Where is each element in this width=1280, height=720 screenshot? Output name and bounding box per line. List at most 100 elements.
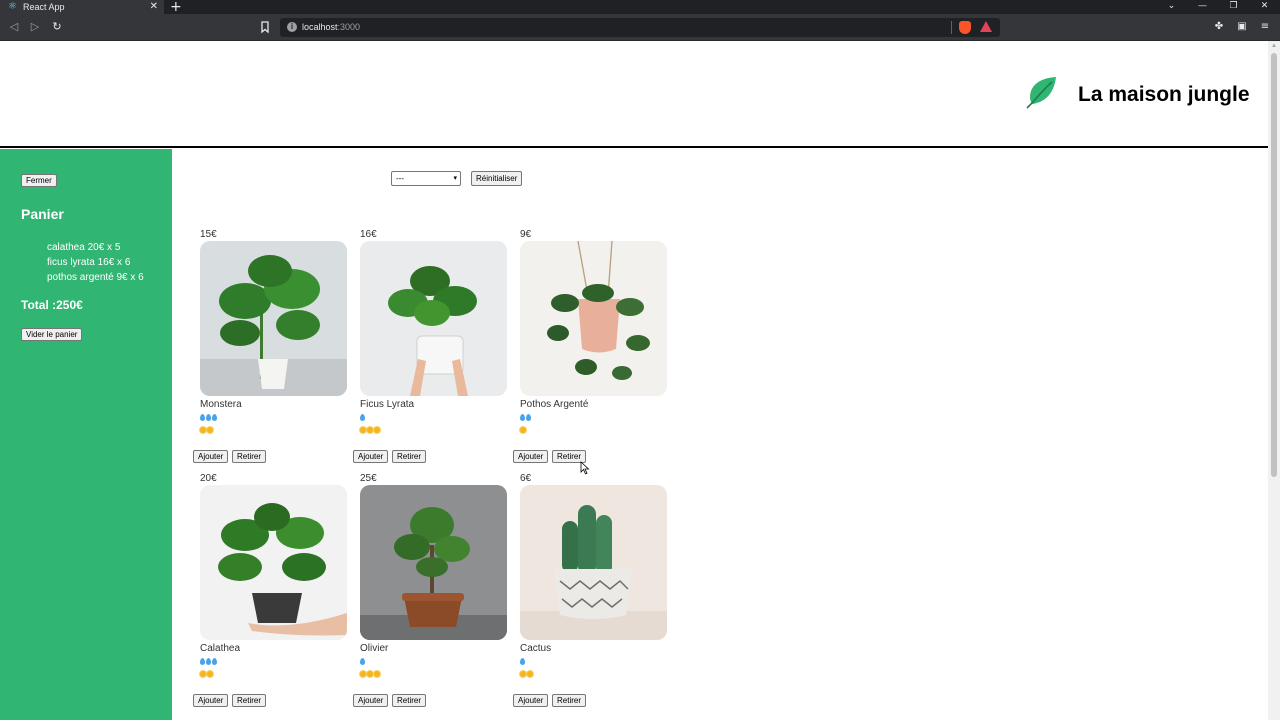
reset-filter-button[interactable]: Réinitialiser bbox=[471, 171, 523, 186]
plant-name: Olivier bbox=[360, 643, 389, 654]
tab-close-icon[interactable]: ✕ bbox=[150, 2, 158, 12]
restore-button[interactable]: ❐ bbox=[1218, 0, 1249, 14]
brave-shields-icon[interactable] bbox=[959, 21, 971, 34]
plant-card: 6€ Cactus Ajouter Retirer bbox=[513, 473, 673, 717]
sun-icon bbox=[360, 427, 366, 433]
page-viewport: La maison jungle Fermer Panier calathea … bbox=[0, 41, 1268, 720]
remove-from-cart-button[interactable]: Retirer bbox=[392, 694, 427, 707]
close-window-button[interactable]: ✕ bbox=[1249, 0, 1280, 14]
water-drop-icon bbox=[520, 414, 525, 421]
water-drop-icon bbox=[360, 414, 365, 421]
plant-image-pothos-argente bbox=[520, 241, 667, 396]
plant-price: 25€ bbox=[360, 473, 377, 484]
remove-from-cart-button[interactable]: Retirer bbox=[392, 450, 427, 463]
address-bar[interactable]: i localhost:3000 bbox=[280, 18, 1000, 37]
sun-icon bbox=[374, 427, 380, 433]
water-drop-icon bbox=[212, 414, 217, 421]
cart-item: pothos argenté 9€ x 6 bbox=[47, 272, 144, 283]
sun-icon bbox=[520, 427, 526, 433]
category-select-value: --- bbox=[396, 174, 404, 183]
add-to-cart-button[interactable]: Ajouter bbox=[193, 694, 229, 707]
empty-cart-button[interactable]: Vider le panier bbox=[21, 328, 83, 341]
banner: La maison jungle bbox=[0, 41, 1268, 148]
add-to-cart-button[interactable]: Ajouter bbox=[353, 694, 389, 707]
tab-search-icon[interactable]: ⌄ bbox=[1156, 0, 1187, 14]
sun-icon bbox=[367, 671, 373, 677]
sun-icon bbox=[207, 427, 213, 433]
plant-name: Calathea bbox=[200, 643, 241, 654]
cart-item: calathea 20€ x 5 bbox=[47, 242, 121, 253]
close-cart-button[interactable]: Fermer bbox=[21, 174, 57, 187]
light-scale bbox=[360, 426, 380, 434]
light-scale bbox=[360, 670, 380, 678]
plant-card: 15€ Monstera Ajouter Retirer bbox=[193, 229, 353, 473]
plant-image-olivier bbox=[360, 485, 507, 640]
url-text: localhost:3000 bbox=[302, 22, 360, 32]
plant-name: Cactus bbox=[520, 643, 552, 654]
browser-toolbar: ◁ ▷ ↻ i localhost:3000 ✤ ▣ ≡ bbox=[0, 14, 1280, 41]
url-host: localhost bbox=[302, 22, 338, 32]
sun-icon bbox=[367, 427, 373, 433]
remove-from-cart-button[interactable]: Retirer bbox=[232, 694, 267, 707]
plant-image-monstera bbox=[200, 241, 347, 396]
window-controls: ⌄ — ❐ ✕ bbox=[1156, 0, 1280, 14]
add-to-cart-button[interactable]: Ajouter bbox=[353, 450, 389, 463]
forward-icon[interactable]: ▷ bbox=[28, 20, 42, 34]
light-scale bbox=[520, 426, 526, 434]
water-scale bbox=[520, 657, 525, 666]
light-scale bbox=[200, 426, 213, 434]
plant-name: Monstera bbox=[200, 399, 242, 410]
cart-title: Panier bbox=[21, 206, 64, 222]
brave-rewards-icon[interactable] bbox=[980, 21, 992, 32]
browser-tab[interactable]: ⚛ React App ✕ bbox=[0, 0, 164, 14]
plant-price: 6€ bbox=[520, 473, 532, 484]
minimize-button[interactable]: — bbox=[1187, 0, 1218, 14]
plant-card: 25€ Olivier Ajouter Retirer bbox=[353, 473, 513, 717]
water-drop-icon bbox=[212, 658, 217, 665]
reload-icon[interactable]: ↻ bbox=[50, 20, 64, 34]
plant-price: 15€ bbox=[200, 229, 217, 240]
sun-icon bbox=[520, 671, 526, 677]
sun-icon bbox=[200, 427, 206, 433]
url-port: :3000 bbox=[337, 22, 361, 32]
back-icon[interactable]: ◁ bbox=[7, 20, 21, 34]
page-scrollbar[interactable]: ▲ bbox=[1268, 41, 1280, 720]
light-scale bbox=[520, 670, 533, 678]
add-to-cart-button[interactable]: Ajouter bbox=[513, 694, 549, 707]
new-tab-button[interactable]: + bbox=[170, 0, 182, 15]
add-to-cart-button[interactable]: Ajouter bbox=[513, 450, 549, 463]
add-to-cart-button[interactable]: Ajouter bbox=[193, 450, 229, 463]
cart-total: Total :250€ bbox=[21, 298, 83, 312]
light-scale bbox=[200, 670, 213, 678]
water-drop-icon bbox=[200, 658, 205, 665]
sun-icon bbox=[527, 671, 533, 677]
menu-icon[interactable]: ≡ bbox=[1258, 20, 1272, 34]
scroll-up-icon[interactable]: ▲ bbox=[1271, 43, 1277, 49]
remove-from-cart-button[interactable]: Retirer bbox=[552, 694, 587, 707]
extensions-icon[interactable]: ✤ bbox=[1212, 20, 1226, 34]
chevron-down-icon: ▾ bbox=[453, 174, 457, 182]
cart-list: calathea 20€ x 5 ficus lyrata 16€ x 6 po… bbox=[47, 240, 144, 285]
cart-panel: Fermer Panier calathea 20€ x 5 ficus lyr… bbox=[0, 149, 172, 720]
plant-card: 9€ Pothos Argenté Ajouter Retirer bbox=[513, 229, 673, 473]
plant-price: 9€ bbox=[520, 229, 532, 240]
site-title: La maison jungle bbox=[1078, 83, 1250, 106]
plant-price: 20€ bbox=[200, 473, 217, 484]
react-icon: ⚛ bbox=[8, 1, 17, 12]
plant-card: 16€ Ficus Lyrata Ajouter Retirer bbox=[353, 229, 513, 473]
bookmark-icon[interactable] bbox=[258, 20, 272, 34]
sun-icon bbox=[360, 671, 366, 677]
sun-icon bbox=[374, 671, 380, 677]
scrollbar-thumb[interactable] bbox=[1271, 53, 1277, 477]
plant-price: 16€ bbox=[360, 229, 377, 240]
site-info-icon[interactable]: i bbox=[287, 22, 297, 32]
water-scale bbox=[200, 413, 217, 422]
water-drop-icon bbox=[200, 414, 205, 421]
browser-tab-bar: ⚛ React App ✕ + ⌄ — ❐ ✕ bbox=[0, 0, 1280, 15]
category-select[interactable]: --- ▾ bbox=[391, 171, 461, 186]
water-drop-icon bbox=[526, 414, 531, 421]
leaf-logo-icon bbox=[1026, 77, 1056, 109]
wallet-icon[interactable]: ▣ bbox=[1235, 20, 1249, 34]
mouse-cursor-icon bbox=[580, 461, 590, 475]
remove-from-cart-button[interactable]: Retirer bbox=[232, 450, 267, 463]
